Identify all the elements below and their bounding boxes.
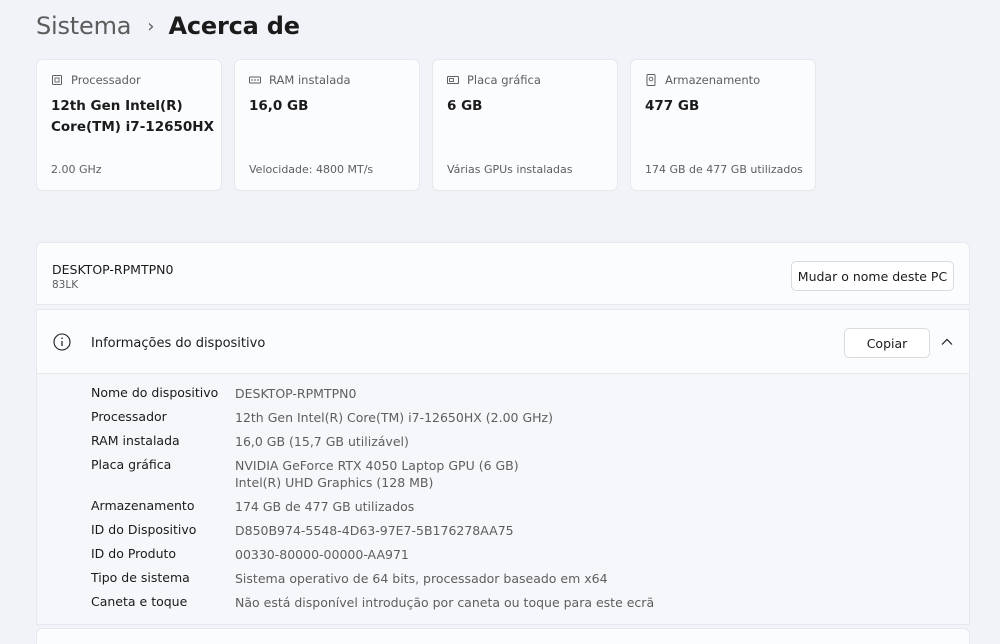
breadcrumb: Sistema › Acerca de — [36, 10, 300, 42]
pc-name: DESKTOP-RPMTPN0 — [52, 262, 174, 277]
card-subtext: Várias GPUs instaladas — [447, 163, 573, 176]
spec-card-processor: Processador 12th Gen Intel(R) Core(TM) i… — [36, 59, 222, 191]
info-value: 174 GB de 477 GB utilizados — [235, 499, 415, 514]
card-label: Armazenamento — [665, 73, 761, 87]
card-subtext: 174 GB de 477 GB utilizados — [645, 163, 803, 176]
card-value: 16,0 GB — [249, 98, 309, 114]
spec-card-graphics: Placa gráfica 6 GB Várias GPUs instalada… — [432, 59, 618, 191]
info-value: 12th Gen Intel(R) Core(TM) i7-12650HX (2… — [235, 410, 553, 425]
spec-cards: Processador 12th Gen Intel(R) Core(TM) i… — [36, 59, 816, 191]
spec-card-ram: RAM instalada 16,0 GB Velocidade: 4800 M… — [234, 59, 420, 191]
ram-icon — [249, 76, 261, 84]
card-value: 6 GB — [447, 98, 483, 114]
card-subtext: 2.00 GHz — [51, 163, 102, 176]
device-info-title: Informações do dispositivo — [91, 336, 266, 351]
breadcrumb-parent[interactable]: Sistema — [36, 12, 131, 40]
info-key: RAM instalada — [91, 433, 180, 448]
card-subtext: Velocidade: 4800 MT/s — [249, 163, 374, 176]
info-key: ID do Produto — [91, 546, 177, 561]
breadcrumb-separator-icon: › — [147, 15, 155, 37]
card-value: 477 GB — [645, 98, 700, 114]
info-key: Nome do dispositivo — [91, 385, 219, 400]
info-value-secondary: Intel(R) UHD Graphics (128 MB) — [235, 475, 434, 490]
next-section-card[interactable] — [36, 628, 970, 644]
info-key: Tipo de sistema — [91, 570, 190, 585]
pc-name-card: DESKTOP-RPMTPN0 83LK Mudar o nome deste … — [36, 242, 970, 305]
chevron-up-icon[interactable] — [940, 336, 954, 348]
card-label: Processador — [71, 73, 141, 87]
processor-icon — [52, 75, 62, 85]
spec-card-storage: Armazenamento 477 GB 174 GB de 477 GB ut… — [630, 59, 816, 191]
pc-model: 83LK — [52, 279, 79, 291]
info-key: Caneta e toque — [91, 594, 188, 609]
info-key: Armazenamento — [91, 498, 195, 513]
rename-pc-button[interactable]: Mudar o nome deste PC — [791, 261, 954, 291]
info-value: Não está disponível introdução por canet… — [235, 595, 655, 610]
card-value: 12th Gen Intel(R) Core(TM) i7-12650HX — [51, 98, 214, 135]
card-label: Placa gráfica — [467, 73, 541, 87]
info-value: Sistema operativo de 64 bits, processado… — [235, 571, 608, 586]
device-info-header[interactable]: Informações do dispositivo Copiar — [36, 309, 970, 373]
copy-button[interactable]: Copiar — [844, 328, 930, 358]
info-key: Placa gráfica — [91, 457, 172, 472]
info-key: ID do Dispositivo — [91, 522, 197, 537]
card-label: RAM instalada — [269, 73, 351, 87]
info-value: NVIDIA GeForce RTX 4050 Laptop GPU (6 GB… — [235, 458, 519, 473]
page-title: Acerca de — [168, 12, 300, 40]
graphics-card-icon — [447, 76, 459, 84]
info-icon — [53, 333, 71, 351]
info-key: Processador — [91, 409, 167, 424]
info-value: 16,0 GB (15,7 GB utilizável) — [235, 434, 409, 449]
info-value: D850B974-5548-4D63-97E7-5B176278AA75 — [235, 523, 514, 538]
device-info-body: Nome do dispositivo DESKTOP-RPMTPN0 Proc… — [36, 373, 970, 625]
info-value: 00330-80000-00000-AA971 — [235, 547, 409, 562]
info-value: DESKTOP-RPMTPN0 — [235, 386, 357, 401]
storage-icon — [646, 74, 656, 86]
